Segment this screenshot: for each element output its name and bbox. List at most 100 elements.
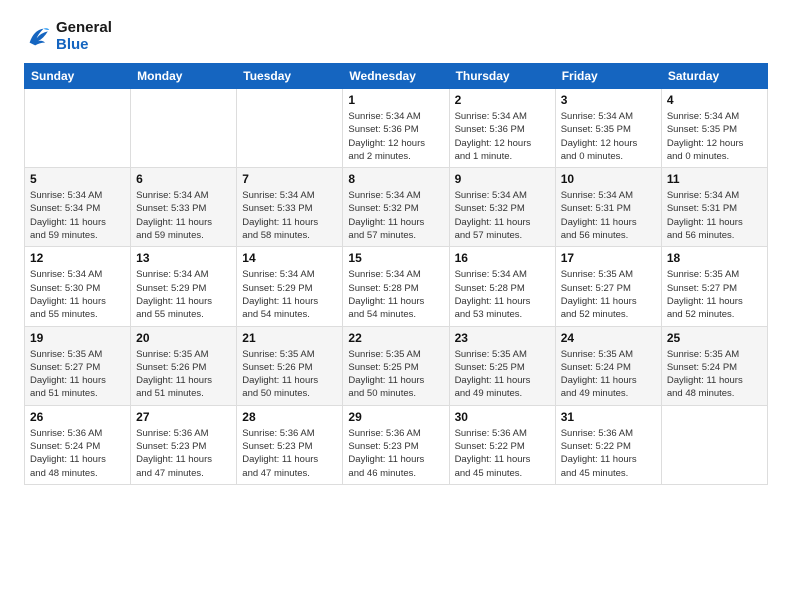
calendar-cell: 1 Sunrise: 5:34 AM Sunset: 5:36 PM Daylig…	[343, 89, 449, 168]
day-number: 20	[136, 331, 231, 345]
day-number: 1	[348, 93, 443, 107]
day-info: Sunrise: 5:35 AM Sunset: 5:25 PM Dayligh…	[455, 348, 550, 401]
calendar-cell: 22Sunrise: 5:35 AM Sunset: 5:25 PM Dayli…	[343, 326, 449, 405]
calendar-cell: 30Sunrise: 5:36 AM Sunset: 5:22 PM Dayli…	[449, 405, 555, 484]
day-number: 5	[30, 172, 125, 186]
calendar-cell: 12 Sunrise: 5:34 AM Sunset: 5:30 PM Dayli…	[25, 247, 131, 326]
day-info: Sunrise: 5:34 AM Sunset: 5:35 PM Dayligh…	[667, 110, 762, 163]
day-number: 21	[242, 331, 337, 345]
day-number: 27	[136, 410, 231, 424]
day-info: Sunrise: 5:34 AM Sunset: 5:30 PM Dayligh…	[30, 268, 125, 321]
calendar-cell: 27 Sunrise: 5:36 AM Sunset: 5:23 PM Dayli…	[131, 405, 237, 484]
day-info: Sunrise: 5:35 AM Sunset: 5:27 PM Dayligh…	[667, 268, 762, 321]
calendar-cell: 4 Sunrise: 5:34 AM Sunset: 5:35 PM Daylig…	[661, 89, 767, 168]
day-info: Sunrise: 5:34 AM Sunset: 5:28 PM Dayligh…	[348, 268, 443, 321]
calendar-cell: 25Sunrise: 5:35 AM Sunset: 5:24 PM Dayli…	[661, 326, 767, 405]
day-info: Sunrise: 5:34 AM Sunset: 5:31 PM Dayligh…	[561, 189, 656, 242]
day-number: 7	[242, 172, 337, 186]
day-info: Sunrise: 5:34 AM Sunset: 5:28 PM Dayligh…	[455, 268, 550, 321]
day-info: Sunrise: 5:36 AM Sunset: 5:23 PM Dayligh…	[136, 427, 231, 480]
day-info: Sunrise: 5:36 AM Sunset: 5:22 PM Dayligh…	[455, 427, 550, 480]
calendar-cell: 20 Sunrise: 5:35 AM Sunset: 5:26 PM Dayli…	[131, 326, 237, 405]
logo: General Blue	[24, 20, 112, 53]
day-number: 23	[455, 331, 550, 345]
day-info: Sunrise: 5:34 AM Sunset: 5:31 PM Dayligh…	[667, 189, 762, 242]
day-info: Sunrise: 5:34 AM Sunset: 5:36 PM Dayligh…	[348, 110, 443, 163]
calendar-cell	[661, 405, 767, 484]
day-number: 19	[30, 331, 125, 345]
day-number: 3	[561, 93, 656, 107]
calendar-cell: 14 Sunrise: 5:34 AM Sunset: 5:29 PM Dayli…	[237, 247, 343, 326]
weekday-header-tuesday: Tuesday	[237, 64, 343, 89]
day-info: Sunrise: 5:35 AM Sunset: 5:27 PM Dayligh…	[561, 268, 656, 321]
calendar: SundayMondayTuesdayWednesdayThursdayFrid…	[24, 63, 768, 485]
day-number: 12	[30, 251, 125, 265]
day-number: 10	[561, 172, 656, 186]
calendar-cell: 28 Sunrise: 5:36 AM Sunset: 5:23 PM Dayli…	[237, 405, 343, 484]
calendar-cell: 24 Sunrise: 5:35 AM Sunset: 5:24 PM Dayli…	[555, 326, 661, 405]
logo-text: General Blue	[56, 20, 112, 53]
day-number: 31	[561, 410, 656, 424]
week-row-5: 26 Sunrise: 5:36 AM Sunset: 5:24 PM Dayli…	[25, 405, 768, 484]
day-number: 16	[455, 251, 550, 265]
day-number: 15	[348, 251, 443, 265]
weekday-header-row: SundayMondayTuesdayWednesdayThursdayFrid…	[25, 64, 768, 89]
day-info: Sunrise: 5:34 AM Sunset: 5:29 PM Dayligh…	[136, 268, 231, 321]
day-number: 6	[136, 172, 231, 186]
calendar-cell: 6 Sunrise: 5:34 AM Sunset: 5:33 PM Daylig…	[131, 168, 237, 247]
calendar-cell: 23 Sunrise: 5:35 AM Sunset: 5:25 PM Dayli…	[449, 326, 555, 405]
day-number: 4	[667, 93, 762, 107]
calendar-cell	[237, 89, 343, 168]
day-info: Sunrise: 5:35 AM Sunset: 5:26 PM Dayligh…	[136, 348, 231, 401]
calendar-cell: 13 Sunrise: 5:34 AM Sunset: 5:29 PM Dayli…	[131, 247, 237, 326]
day-info: Sunrise: 5:34 AM Sunset: 5:34 PM Dayligh…	[30, 189, 125, 242]
calendar-cell: 31Sunrise: 5:36 AM Sunset: 5:22 PM Dayli…	[555, 405, 661, 484]
calendar-cell: 7Sunrise: 5:34 AM Sunset: 5:33 PM Daylig…	[237, 168, 343, 247]
day-info: Sunrise: 5:34 AM Sunset: 5:35 PM Dayligh…	[561, 110, 656, 163]
calendar-cell	[25, 89, 131, 168]
day-number: 9	[455, 172, 550, 186]
day-number: 11	[667, 172, 762, 186]
calendar-cell: 11 Sunrise: 5:34 AM Sunset: 5:31 PM Dayli…	[661, 168, 767, 247]
calendar-cell: 16 Sunrise: 5:34 AM Sunset: 5:28 PM Dayli…	[449, 247, 555, 326]
day-number: 28	[242, 410, 337, 424]
day-number: 18	[667, 251, 762, 265]
day-info: Sunrise: 5:36 AM Sunset: 5:23 PM Dayligh…	[242, 427, 337, 480]
calendar-cell: 3 Sunrise: 5:34 AM Sunset: 5:35 PM Daylig…	[555, 89, 661, 168]
day-number: 17	[561, 251, 656, 265]
day-number: 29	[348, 410, 443, 424]
calendar-cell: 29 Sunrise: 5:36 AM Sunset: 5:23 PM Dayli…	[343, 405, 449, 484]
day-info: Sunrise: 5:35 AM Sunset: 5:24 PM Dayligh…	[667, 348, 762, 401]
weekday-header-saturday: Saturday	[661, 64, 767, 89]
weekday-header-friday: Friday	[555, 64, 661, 89]
day-info: Sunrise: 5:36 AM Sunset: 5:23 PM Dayligh…	[348, 427, 443, 480]
day-info: Sunrise: 5:34 AM Sunset: 5:29 PM Dayligh…	[242, 268, 337, 321]
day-number: 2	[455, 93, 550, 107]
day-number: 14	[242, 251, 337, 265]
calendar-cell: 21 Sunrise: 5:35 AM Sunset: 5:26 PM Dayli…	[237, 326, 343, 405]
calendar-cell: 26 Sunrise: 5:36 AM Sunset: 5:24 PM Dayli…	[25, 405, 131, 484]
calendar-cell: 5 Sunrise: 5:34 AM Sunset: 5:34 PM Daylig…	[25, 168, 131, 247]
day-info: Sunrise: 5:34 AM Sunset: 5:33 PM Dayligh…	[136, 189, 231, 242]
calendar-cell: 17 Sunrise: 5:35 AM Sunset: 5:27 PM Dayli…	[555, 247, 661, 326]
day-number: 24	[561, 331, 656, 345]
calendar-cell: 10 Sunrise: 5:34 AM Sunset: 5:31 PM Dayli…	[555, 168, 661, 247]
logo-icon	[24, 23, 52, 51]
calendar-cell	[131, 89, 237, 168]
calendar-cell: 2 Sunrise: 5:34 AM Sunset: 5:36 PM Daylig…	[449, 89, 555, 168]
day-info: Sunrise: 5:36 AM Sunset: 5:24 PM Dayligh…	[30, 427, 125, 480]
week-row-1: 1 Sunrise: 5:34 AM Sunset: 5:36 PM Daylig…	[25, 89, 768, 168]
day-number: 13	[136, 251, 231, 265]
day-number: 26	[30, 410, 125, 424]
calendar-cell: 9Sunrise: 5:34 AM Sunset: 5:32 PM Daylig…	[449, 168, 555, 247]
day-number: 22	[348, 331, 443, 345]
day-info: Sunrise: 5:35 AM Sunset: 5:24 PM Dayligh…	[561, 348, 656, 401]
calendar-cell: 8 Sunrise: 5:34 AM Sunset: 5:32 PM Daylig…	[343, 168, 449, 247]
calendar-cell: 18 Sunrise: 5:35 AM Sunset: 5:27 PM Dayli…	[661, 247, 767, 326]
day-info: Sunrise: 5:34 AM Sunset: 5:32 PM Dayligh…	[348, 189, 443, 242]
day-info: Sunrise: 5:34 AM Sunset: 5:36 PM Dayligh…	[455, 110, 550, 163]
day-number: 8	[348, 172, 443, 186]
day-info: Sunrise: 5:35 AM Sunset: 5:26 PM Dayligh…	[242, 348, 337, 401]
weekday-header-wednesday: Wednesday	[343, 64, 449, 89]
week-row-2: 5 Sunrise: 5:34 AM Sunset: 5:34 PM Daylig…	[25, 168, 768, 247]
